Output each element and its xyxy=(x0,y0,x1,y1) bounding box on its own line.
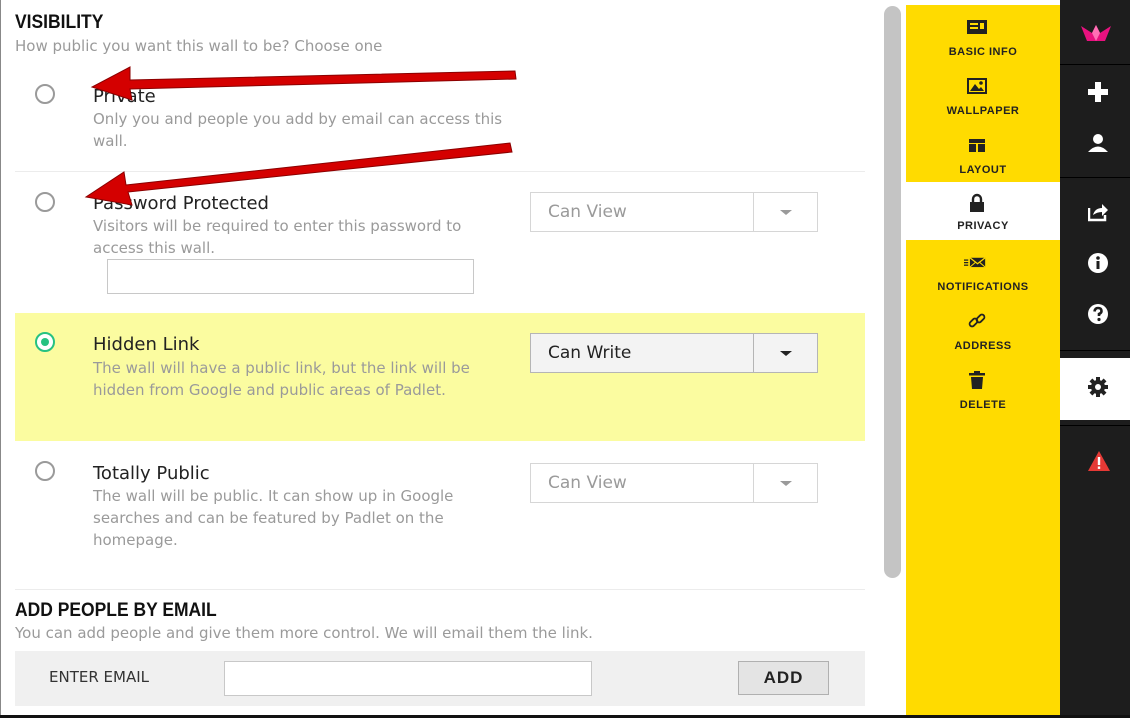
visibility-subtitle: How public you want this wall to be? Cho… xyxy=(15,37,383,55)
lock-icon xyxy=(970,193,984,212)
info-icon xyxy=(1088,253,1108,273)
menu-label: WALLPAPER xyxy=(946,105,1020,117)
menu-label: NOTIFICATIONS xyxy=(937,281,1029,293)
share-button[interactable] xyxy=(1060,192,1130,232)
warning-icon xyxy=(1088,451,1110,471)
menu-label: PRIVACY xyxy=(957,220,1009,232)
password-protected-title: Password Protected xyxy=(93,193,269,214)
image-icon xyxy=(967,78,987,94)
email-bar: ENTER EMAIL ADD xyxy=(15,651,865,706)
trash-icon xyxy=(969,371,985,389)
hidden-link-title: Hidden Link xyxy=(93,334,200,355)
padlet-logo-button[interactable] xyxy=(1060,15,1130,55)
public-permission-select[interactable]: Can View xyxy=(530,463,818,503)
menu-item-privacy[interactable]: PRIVACY xyxy=(906,182,1060,240)
private-description: Only you and people you add by email can… xyxy=(93,110,503,150)
chevron-down-icon[interactable] xyxy=(753,464,817,502)
settings-button[interactable] xyxy=(1060,358,1130,420)
add-people-title: ADD PEOPLE BY EMAIL xyxy=(15,600,217,621)
divider xyxy=(1060,425,1130,426)
menu-label: BASIC INFO xyxy=(948,46,1018,58)
hidden-link-permission-value: Can Write xyxy=(548,343,632,363)
privacy-settings-panel: VISIBILITY How public you want this wall… xyxy=(0,0,880,718)
padlet-logo-icon xyxy=(1081,25,1111,41)
divider xyxy=(15,171,865,172)
link-icon xyxy=(968,313,986,328)
newspaper-icon xyxy=(967,20,987,34)
scrollbar[interactable] xyxy=(884,6,901,578)
divider xyxy=(1060,64,1130,65)
add-button[interactable]: ADD xyxy=(738,661,829,695)
email-label: ENTER EMAIL xyxy=(49,668,149,686)
menu-item-basic-info[interactable]: BASIC INFO xyxy=(906,10,1060,68)
plus-icon xyxy=(1088,82,1108,102)
user-button[interactable] xyxy=(1060,123,1130,163)
layout-icon xyxy=(969,139,985,152)
toolbar xyxy=(1060,0,1130,718)
totally-public-description: The wall will be public. It can show up … xyxy=(93,487,454,549)
totally-public-radio[interactable] xyxy=(35,461,55,481)
add-wall-button[interactable] xyxy=(1060,72,1130,112)
menu-label: ADDRESS xyxy=(954,340,1012,352)
settings-menu: BASIC INFO WALLPAPER LAYOUT PRIVACY NOTI… xyxy=(906,5,1060,718)
chevron-down-icon[interactable] xyxy=(753,334,817,372)
visibility-title: VISIBILITY xyxy=(15,12,104,33)
menu-label: LAYOUT xyxy=(959,164,1007,176)
hidden-link-permission-select[interactable]: Can Write xyxy=(530,333,818,373)
menu-item-notifications[interactable]: NOTIFICATIONS xyxy=(906,245,1060,303)
divider xyxy=(15,589,865,590)
password-protected-radio[interactable] xyxy=(35,192,55,212)
share-icon xyxy=(1088,204,1108,222)
divider xyxy=(1060,350,1130,351)
help-icon xyxy=(1088,304,1108,324)
add-people-subtitle: You can add people and give them more co… xyxy=(15,624,593,642)
info-button[interactable] xyxy=(1060,243,1130,283)
password-protected-description: Visitors will be required to enter this … xyxy=(93,217,462,257)
private-title: Private xyxy=(93,86,156,107)
menu-item-address[interactable]: ADDRESS xyxy=(906,304,1060,362)
hidden-link-description: The wall will have a public link, but th… xyxy=(93,359,470,399)
totally-public-title: Totally Public xyxy=(93,463,210,484)
password-permission-select[interactable]: Can View xyxy=(530,192,818,232)
chevron-down-icon[interactable] xyxy=(753,193,817,231)
menu-item-delete[interactable]: DELETE xyxy=(906,363,1060,421)
private-radio[interactable] xyxy=(35,84,55,104)
help-button[interactable] xyxy=(1060,294,1130,334)
menu-item-wallpaper[interactable]: WALLPAPER xyxy=(906,69,1060,127)
hidden-link-radio[interactable] xyxy=(35,332,55,352)
menu-label: DELETE xyxy=(959,399,1007,411)
password-input[interactable] xyxy=(107,259,474,294)
envelope-icon xyxy=(964,257,986,268)
report-button[interactable] xyxy=(1060,441,1130,481)
email-input[interactable] xyxy=(224,661,592,696)
user-icon xyxy=(1088,134,1108,152)
password-permission-value: Can View xyxy=(548,202,627,222)
public-permission-value: Can View xyxy=(548,473,627,493)
divider xyxy=(1060,177,1130,178)
gear-icon xyxy=(1088,377,1108,397)
menu-item-layout[interactable]: LAYOUT xyxy=(906,128,1060,186)
